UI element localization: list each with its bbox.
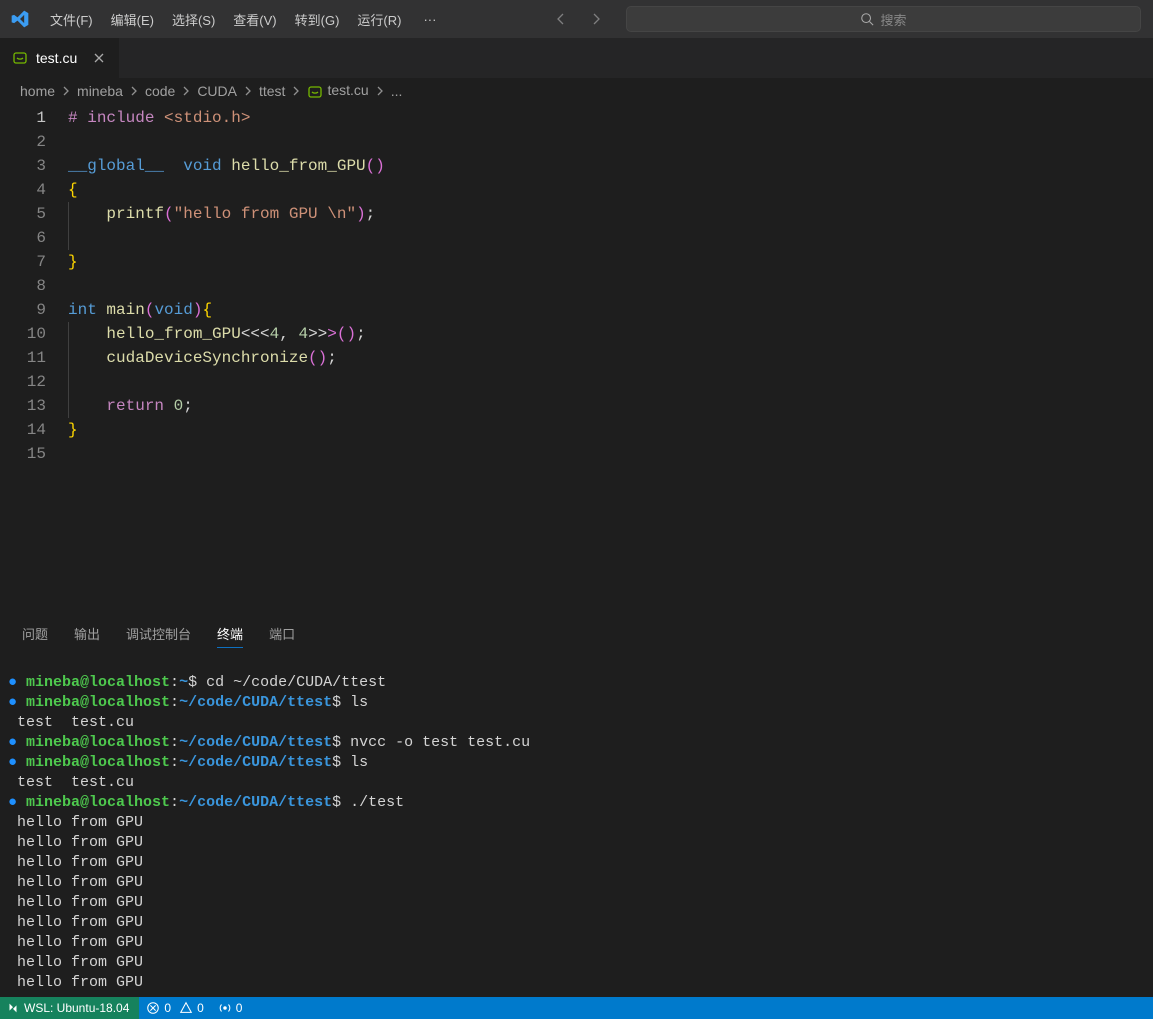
close-icon[interactable] xyxy=(91,50,107,66)
vscode-logo-icon xyxy=(10,9,30,29)
cuda-file-icon xyxy=(12,50,28,66)
panel-tab-debug[interactable]: 调试控制台 xyxy=(126,620,191,647)
breadcrumb-item[interactable]: test.cu xyxy=(305,82,370,99)
search-placeholder: 搜索 xyxy=(880,10,906,29)
panel-tab-output[interactable]: 输出 xyxy=(74,620,100,647)
error-icon xyxy=(146,1001,160,1015)
status-remote[interactable]: WSL: Ubuntu-18.04 xyxy=(0,997,139,1019)
editor[interactable]: 123456789101112131415 # include <stdio.h… xyxy=(0,104,1153,614)
status-remote-label: WSL: Ubuntu-18.04 xyxy=(24,1001,129,1015)
nav-forward-icon[interactable] xyxy=(588,11,604,27)
tab-label: test.cu xyxy=(36,50,77,66)
warning-icon xyxy=(179,1001,193,1015)
line-gutter: 123456789101112131415 xyxy=(0,104,68,614)
menu-select[interactable]: 选择(S) xyxy=(164,6,223,33)
status-errors[interactable]: 0 0 xyxy=(139,997,210,1019)
menu-view[interactable]: 查看(V) xyxy=(225,6,284,33)
panel-tab-ports[interactable]: 端口 xyxy=(269,620,295,647)
menu-more[interactable]: ··· xyxy=(415,8,444,31)
menu-file[interactable]: 文件(F) xyxy=(42,6,101,33)
search-icon xyxy=(860,12,874,26)
panel-tabs: 问题 输出 调试控制台 终端 端口 xyxy=(0,615,1153,653)
breadcrumb-item[interactable]: ttest xyxy=(257,83,287,99)
nav-back-icon[interactable] xyxy=(554,11,570,27)
breadcrumb-item[interactable]: CUDA xyxy=(195,83,239,99)
breadcrumb[interactable]: home mineba code CUDA ttest test.cu... xyxy=(0,78,1153,104)
panel-tab-terminal[interactable]: 终端 xyxy=(217,620,243,648)
status-bar: WSL: Ubuntu-18.04 0 0 0 xyxy=(0,997,1153,1019)
terminal-content[interactable]: ● mineba@localhost:~$ cd ~/code/CUDA/tte… xyxy=(0,653,1153,997)
tab-test-cu[interactable]: test.cu xyxy=(0,38,120,78)
status-port[interactable]: 0 xyxy=(211,997,250,1019)
breadcrumb-item[interactable]: mineba xyxy=(75,83,125,99)
command-center-search[interactable]: 搜索 xyxy=(626,6,1141,32)
broadcast-icon xyxy=(218,1001,232,1015)
nav-arrows xyxy=(554,11,604,27)
title-bar: 文件(F) 编辑(E) 选择(S) 查看(V) 转到(G) 运行(R) ··· … xyxy=(0,0,1153,38)
panel-tab-problems[interactable]: 问题 xyxy=(22,620,48,647)
remote-icon xyxy=(6,1001,20,1015)
breadcrumb-item[interactable]: ... xyxy=(389,83,405,99)
menu-edit[interactable]: 编辑(E) xyxy=(103,6,162,33)
bottom-panel: 问题 输出 调试控制台 终端 端口 ● mineba@localhost:~$ … xyxy=(0,614,1153,997)
breadcrumb-item[interactable]: home xyxy=(18,83,57,99)
menu-run[interactable]: 运行(R) xyxy=(349,6,409,33)
menu-goto[interactable]: 转到(G) xyxy=(287,6,348,33)
code-content[interactable]: # include <stdio.h>__global__ void hello… xyxy=(68,104,1153,614)
breadcrumb-item[interactable]: code xyxy=(143,83,177,99)
editor-tabs: test.cu xyxy=(0,38,1153,78)
